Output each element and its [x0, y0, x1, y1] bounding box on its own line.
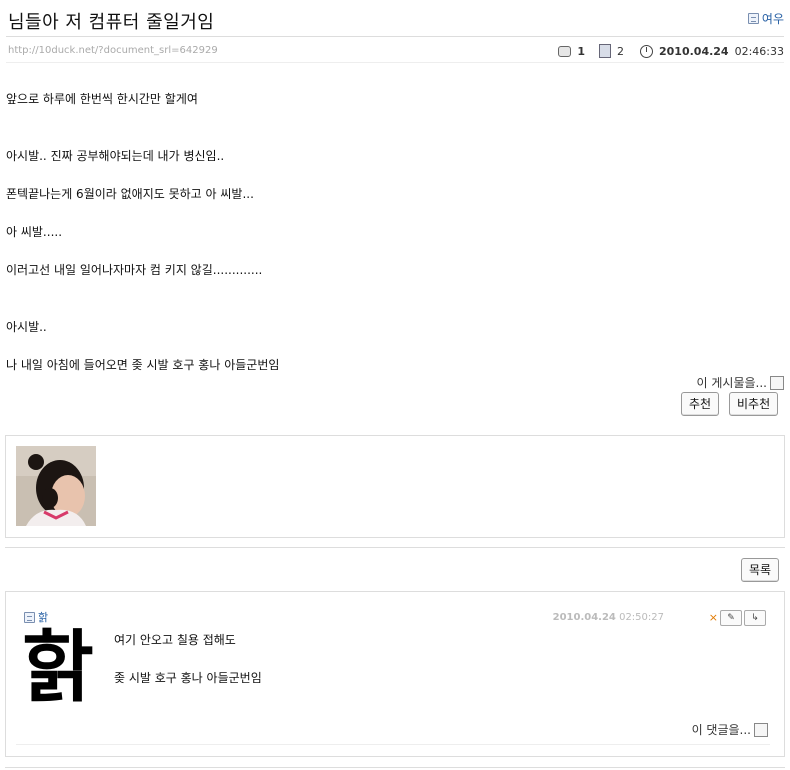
post-author-name[interactable]: 여우 — [762, 10, 784, 27]
comment-delete-button[interactable]: × — [709, 611, 718, 624]
meta-divider — [6, 62, 784, 63]
post-report-menu[interactable]: 이 게시물을... — [697, 374, 784, 391]
post-line: 나 내일 아침에 들어오면 좆 시발 호구 홍나 아들군번임 — [6, 358, 280, 372]
trackback-count: 2 — [617, 44, 624, 58]
comment-edit-button[interactable]: ✎ — [720, 610, 742, 626]
comment-line: 여기 안오고 칠용 접해도 — [114, 633, 236, 647]
post-date: 2010.04.24 — [659, 44, 729, 58]
post-line: 앞으로 하루에 한번씩 한시간만 할게여 — [6, 92, 198, 106]
menu-icon[interactable] — [770, 375, 784, 390]
comment-date: 2010.04.24 — [552, 612, 616, 623]
post-report-label[interactable]: 이 게시물을... — [697, 374, 767, 391]
member-icon — [24, 611, 35, 623]
post-line: 아시발.. — [6, 320, 47, 334]
comment-reply-button[interactable]: ↳ — [744, 610, 766, 626]
recommend-button[interactable]: 추천 — [681, 392, 720, 416]
title-divider — [6, 36, 784, 37]
comment-bottom-divider — [16, 744, 770, 745]
post-line: 이러고선 내일 일어나자마자 컴 키지 않길............. — [6, 263, 263, 277]
post-title: 님들아 저 컴퓨터 줄일거임 — [8, 12, 215, 33]
post-time: 02:46:33 — [734, 44, 784, 58]
comment-datetime: 2010.04.24 02:50:27 — [553, 612, 664, 623]
post-line: 폰텍끝나는게 6월이라 없애지도 못하고 아 씨발... — [6, 187, 254, 201]
page-bottom-divider — [5, 767, 785, 768]
section-divider — [5, 547, 785, 548]
post-line: 아 씨발..... — [6, 225, 63, 239]
post-meta: 1 2 2010.04.24 02:46:33 — [558, 44, 784, 58]
member-icon — [747, 13, 759, 24]
comment-signature-image: 핡 — [22, 623, 94, 713]
unrecommend-button[interactable]: 비추천 — [729, 392, 779, 416]
comment-icon — [558, 45, 572, 57]
reply-arrow-icon: ↳ — [751, 613, 759, 623]
clock-icon — [640, 44, 653, 58]
comment-report-label[interactable]: 이 댓글을... — [692, 721, 751, 738]
comment-report-menu[interactable]: 이 댓글을... — [692, 721, 768, 738]
list-button[interactable]: 목록 — [741, 558, 780, 582]
comment-time: 02:50:27 — [619, 612, 664, 623]
eraser-icon: ✎ — [727, 613, 735, 623]
comment-count: 1 — [577, 44, 585, 58]
menu-icon[interactable] — [754, 722, 768, 737]
post-url[interactable]: http://10duck.net/?document_srl=642929 — [8, 45, 218, 56]
author-profile-box — [5, 435, 785, 538]
post-line: 아시발.. 진짜 공부해야되는데 내가 병신임.. — [6, 149, 225, 163]
trackback-icon — [599, 44, 611, 58]
author-profile-image — [16, 446, 96, 526]
post-author[interactable]: 여우 — [747, 10, 784, 27]
comment-line: 좆 시발 호구 홍나 아들군번임 — [114, 671, 262, 685]
